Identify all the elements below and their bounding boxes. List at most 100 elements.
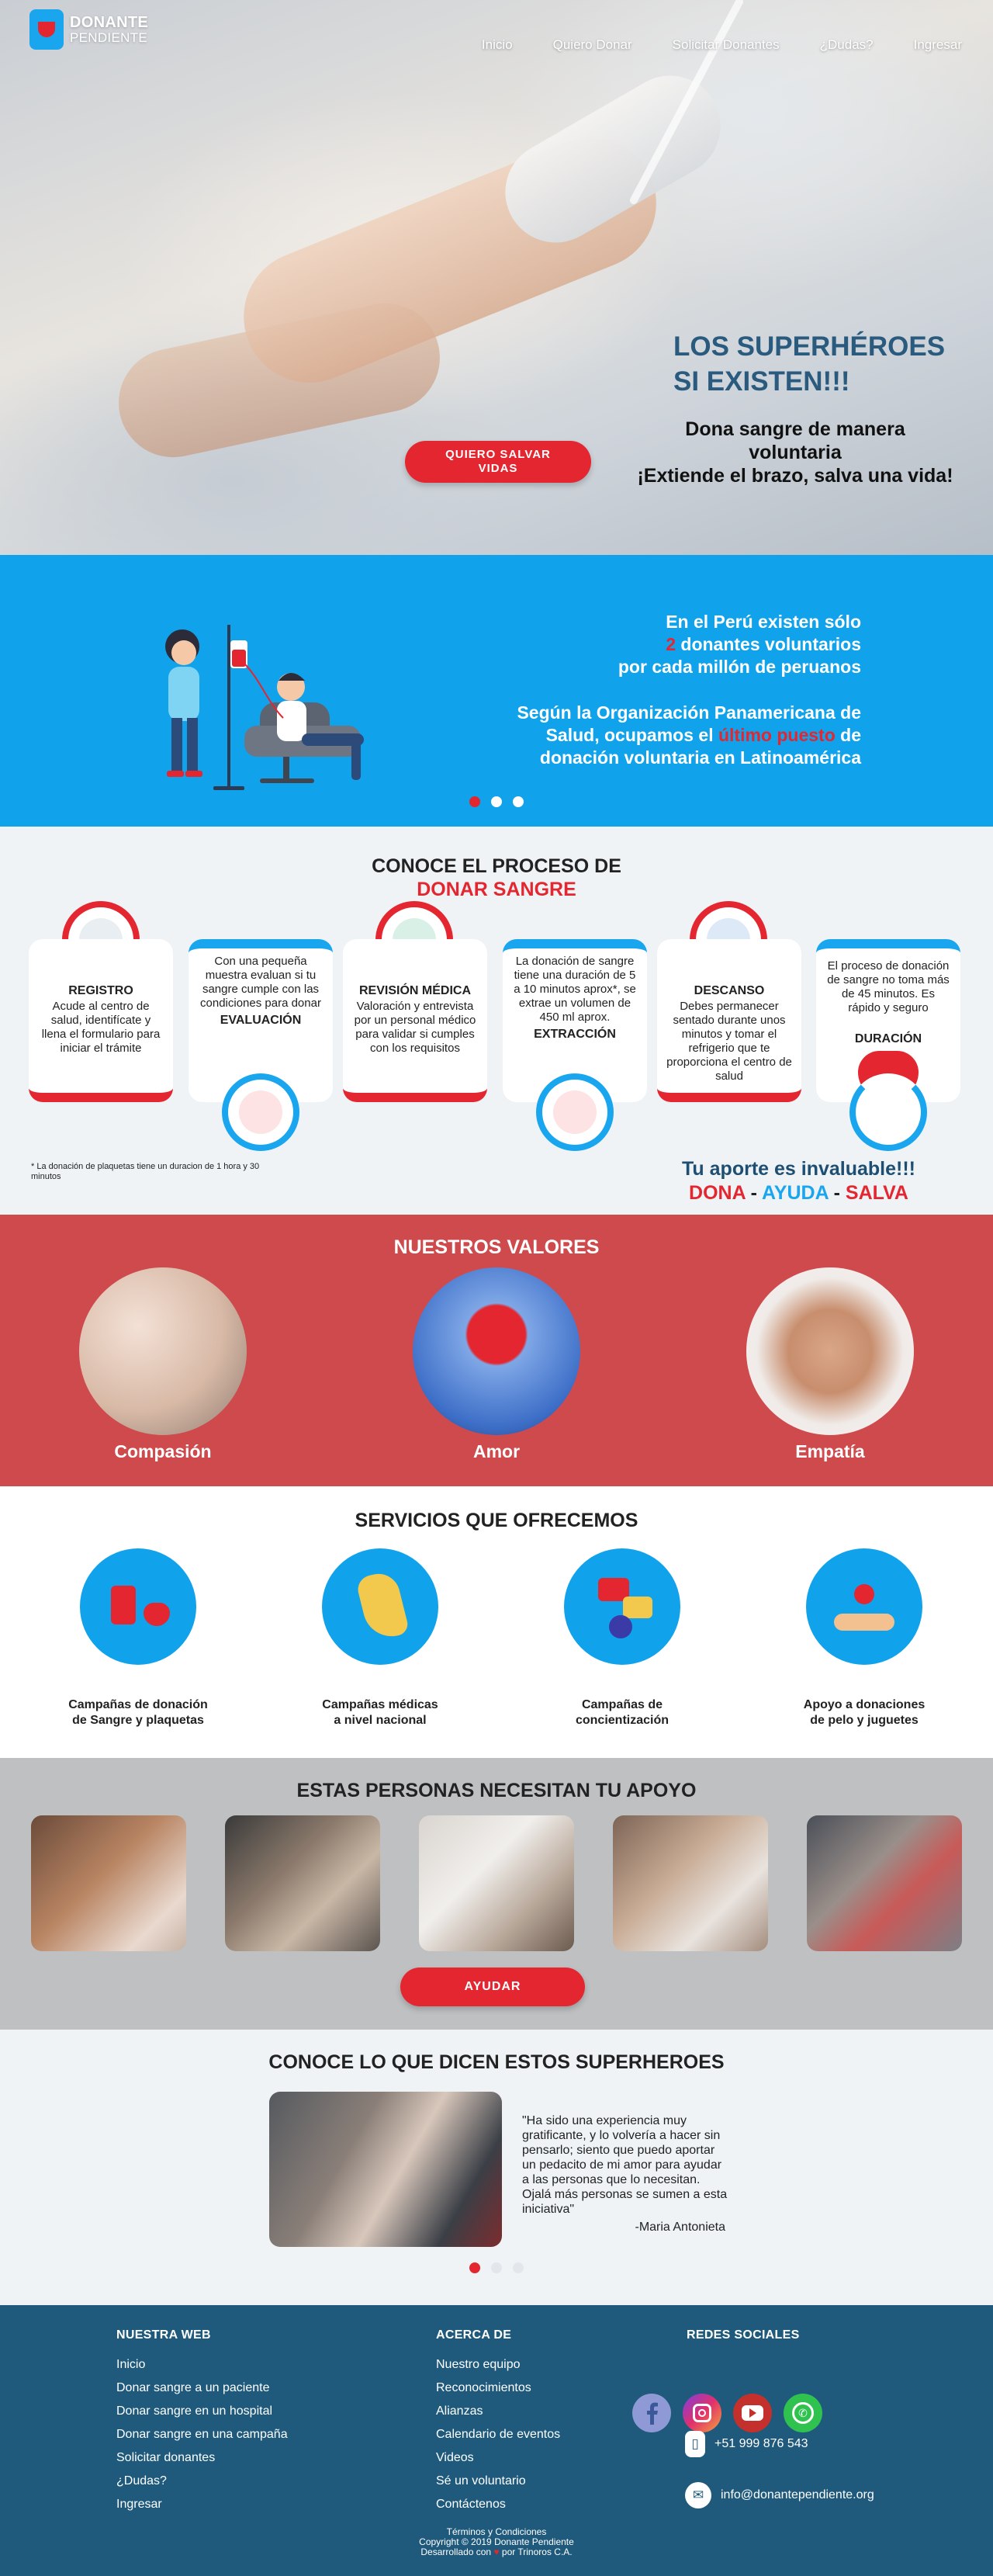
footer-col-acerca-de: ACERCA DE Nuestro equipo Reconocimientos… xyxy=(436,2328,560,2516)
services-section: SERVICIOS QUE OFRECEMOS Campañas de dona… xyxy=(0,1486,993,1758)
process-section: CONOCE EL PROCESO DE DONAR SANGRE REGIST… xyxy=(0,827,993,1215)
values-section: NUESTROS VALORES Compasión Amor Empatía xyxy=(0,1215,993,1486)
stats-highlight-rank: último puesto xyxy=(718,725,836,745)
mail-icon: ✉ xyxy=(685,2482,711,2508)
value-amor: Amor xyxy=(413,1267,580,1462)
footer-legal: Términos y Condiciones Copyright © 2019 … xyxy=(0,2527,993,2557)
process-title: CONOCE EL PROCESO DE DONAR SANGRE xyxy=(372,855,621,900)
hero-title: LOS SUPERHÉROES SI EXISTEN!!! xyxy=(673,331,946,397)
value-empatia: Empatía xyxy=(746,1267,914,1462)
heart-icon: ♥ xyxy=(493,2547,500,2557)
chat-bubbles-icon xyxy=(564,1548,680,1665)
footer-phone: ▯ +51 999 876 543 xyxy=(685,2431,808,2457)
whatsapp-icon[interactable]: ✆ xyxy=(784,2394,822,2432)
footer-link-videos[interactable]: Videos xyxy=(436,2446,560,2470)
footer-link-calendario[interactable]: Calendario de eventos xyxy=(436,2423,560,2446)
testimonial-author: -Maria Antonieta xyxy=(635,2221,725,2234)
footer: NUESTRA WEB Inicio Donar sangre a un pac… xyxy=(0,2305,993,2576)
nav-solicitar-donantes[interactable]: Solicitar Donantes xyxy=(673,37,780,53)
donation-illustration xyxy=(165,625,364,790)
evaluacion-ring xyxy=(222,1073,299,1151)
compasion-photo xyxy=(79,1267,247,1435)
testimonial-quote: "Ha sido una experiencia muy gratificant… xyxy=(522,2114,728,2216)
person-photo-5[interactable] xyxy=(807,1815,962,1951)
person-photo-4[interactable] xyxy=(613,1815,768,1951)
footer-link-reconocimientos[interactable]: Reconocimientos xyxy=(436,2377,560,2400)
process-step-revision-medica: REVISIÓN MÉDICA Valoración y entrevista … xyxy=(343,939,487,1102)
blood-drop-logo-icon xyxy=(29,9,64,50)
blood-test-icon xyxy=(239,1090,282,1134)
value-compasion: Compasión xyxy=(79,1267,247,1462)
testimonial-carousel-dots xyxy=(0,2262,993,2273)
services-title: SERVICIOS QUE OFRECEMOS xyxy=(355,1510,638,1531)
platelet-note: * La donación de plaquetas tiene un dura… xyxy=(31,1162,260,1181)
footer-link-donar-paciente[interactable]: Donar sangre a un paciente xyxy=(116,2377,288,2400)
carousel-dot-2[interactable] xyxy=(491,796,502,807)
stats-highlight-number: 2 xyxy=(666,634,676,654)
credits: Desarrollado con ♥ por Trinoros C.A. xyxy=(420,2547,573,2557)
footer-link-inicio[interactable]: Inicio xyxy=(116,2353,288,2377)
person-photo-3[interactable] xyxy=(419,1815,574,1951)
testimonial-dot-3[interactable] xyxy=(513,2262,524,2273)
footer-link-solicitar-donantes[interactable]: Solicitar donantes xyxy=(116,2446,288,2470)
person-photo-1[interactable] xyxy=(31,1815,186,1951)
process-step-descanso: DESCANSO Debes permanecer sentado durant… xyxy=(657,939,801,1102)
service-hair-toy-donations: Apoyo a donaciones de pelo y juguetes xyxy=(763,1548,965,1728)
testimonials-section: CONOCE LO QUE DICEN ESTOS SUPERHEROES "H… xyxy=(0,2030,993,2305)
blood-donation-icon xyxy=(80,1548,196,1665)
footer-link-donar-campana[interactable]: Donar sangre en una campaña xyxy=(116,2423,288,2446)
social-links: ✆ xyxy=(632,2394,822,2432)
amor-photo xyxy=(413,1267,580,1435)
footer-link-ingresar[interactable]: Ingresar xyxy=(116,2493,288,2516)
footer-link-voluntario[interactable]: Sé un voluntario xyxy=(436,2470,560,2493)
peru-map-icon xyxy=(322,1548,438,1665)
testimonial-photo xyxy=(269,2092,502,2247)
footer-email: ✉ info@donantependiente.org xyxy=(685,2482,874,2508)
main-nav: Inicio Quiero Donar Solicitar Donantes ¿… xyxy=(482,37,962,53)
stats-section: En el Perú existen sólo 2 donantes volun… xyxy=(0,555,993,827)
carousel-dot-1[interactable] xyxy=(469,796,480,807)
testimonial-dot-1[interactable] xyxy=(469,2262,480,2273)
stats-carousel-dots xyxy=(0,796,993,807)
hero-subtitle: Dona sangre de manera voluntaria ¡Extien… xyxy=(637,418,953,487)
nav-quiero-donar[interactable]: Quiero Donar xyxy=(553,37,632,53)
aporte-callout: Tu aporte es invaluable!!! DONA - AYUDA … xyxy=(682,1158,915,1204)
stats-text: En el Perú existen sólo 2 donantes volun… xyxy=(517,612,861,768)
footer-link-alianzas[interactable]: Alianzas xyxy=(436,2400,560,2423)
service-blood-campaigns: Campañas de donación de Sangre y plaquet… xyxy=(37,1548,239,1728)
hero-section: DONANTE PENDIENTE Inicio Quiero Donar So… xyxy=(0,0,993,555)
empatia-photo xyxy=(746,1267,914,1435)
service-medical-campaigns: Campañas médicas a nivel nacional xyxy=(279,1548,481,1728)
help-button[interactable]: AYUDAR xyxy=(400,1968,585,2006)
save-lives-button[interactable]: QUIERO SALVAR VIDAS xyxy=(405,441,591,483)
blood-bag-icon xyxy=(553,1090,597,1134)
service-awareness-campaigns: Campañas de concientización xyxy=(521,1548,723,1728)
youtube-icon[interactable] xyxy=(733,2394,772,2432)
footer-link-equipo[interactable]: Nuestro equipo xyxy=(436,2353,560,2377)
nav-dudas[interactable]: ¿Dudas? xyxy=(820,37,874,53)
brand-logo[interactable]: DONANTE PENDIENTE xyxy=(29,9,148,50)
people-title: ESTAS PERSONAS NECESITAN TU APOYO xyxy=(296,1780,697,1801)
footer-link-contactenos[interactable]: Contáctenos xyxy=(436,2493,560,2516)
phone-icon: ▯ xyxy=(685,2431,705,2457)
testimonial-dot-2[interactable] xyxy=(491,2262,502,2273)
carousel-dot-3[interactable] xyxy=(513,796,524,807)
footer-col-nuestra-web: NUESTRA WEB Inicio Donar sangre a un pac… xyxy=(116,2328,288,2516)
facebook-icon[interactable] xyxy=(632,2394,671,2432)
brand-name-line2: PENDIENTE xyxy=(70,29,147,45)
footer-link-dudas[interactable]: ¿Dudas? xyxy=(116,2470,288,2493)
nav-ingresar[interactable]: Ingresar xyxy=(914,37,962,53)
values-title: NUESTROS VALORES xyxy=(393,1236,600,1258)
nav-inicio[interactable]: Inicio xyxy=(482,37,513,53)
helping-hands-icon xyxy=(806,1548,922,1665)
extraccion-ring xyxy=(536,1073,614,1151)
instagram-icon[interactable] xyxy=(683,2394,721,2432)
person-photo-2[interactable] xyxy=(225,1815,380,1951)
brand-name-line1: DONANTE xyxy=(70,13,148,31)
testimonials-title: CONOCE LO QUE DICEN ESTOS SUPERHEROES xyxy=(268,2051,725,2073)
process-step-registro: REGISTRO Acude al centro de salud, ident… xyxy=(29,939,173,1102)
footer-col-redes: REDES SOCIALES xyxy=(687,2328,800,2342)
people-section: ESTAS PERSONAS NECESITAN TU APOYO AYUDAR xyxy=(0,1758,993,2030)
footer-link-donar-hospital[interactable]: Donar sangre en un hospital xyxy=(116,2400,288,2423)
duracion-ring xyxy=(849,1073,927,1151)
